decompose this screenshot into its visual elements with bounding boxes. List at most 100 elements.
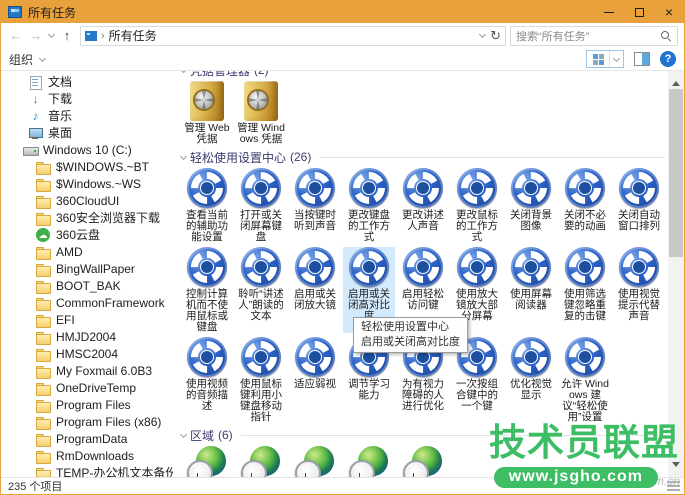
ease-of-access-icon [457, 168, 497, 208]
task-tile[interactable]: 聆听“讲述人”朗读的文本 [235, 247, 287, 333]
sidebar-item[interactable]: TEMP-办公机文本备份 [1, 464, 173, 477]
task-tile[interactable]: 查看当前的辅助功能设置 [181, 168, 233, 243]
sidebar-item-label: Program Files (x86) [56, 415, 161, 429]
organize-dropdown-chevron-icon [38, 55, 47, 64]
task-tile[interactable]: 使用屏幕阅读器 [505, 247, 557, 333]
back-button[interactable]: ← [7, 28, 25, 43]
maximize-button[interactable] [624, 1, 654, 23]
up-button[interactable]: ↑ [58, 28, 76, 43]
task-tile[interactable]: 关闭背景图像 [505, 168, 557, 243]
sidebar-item-icon [36, 262, 51, 276]
forward-button[interactable]: → [27, 28, 45, 43]
organize-button[interactable]: 组织 [9, 51, 47, 68]
task-tile[interactable]: 启用或关闭放大镜 [289, 247, 341, 333]
group-count: (2) [254, 71, 269, 77]
sidebar-item[interactable]: CommonFramework [1, 294, 173, 311]
task-tile[interactable]: 更改货币的 [235, 446, 287, 477]
sidebar-item[interactable]: Program Files [1, 396, 173, 413]
change-view-button[interactable] [586, 50, 624, 68]
close-button[interactable]: × [654, 1, 684, 23]
task-tile[interactable]: 使用筛选键忽略重复的击键 [559, 247, 611, 333]
task-tile[interactable]: 适应弱视 [289, 337, 341, 423]
sidebar-item-icon [36, 228, 51, 242]
task-label: 关闭不必要的动画 [559, 210, 611, 232]
sidebar-item[interactable]: OneDriveTemp [1, 379, 173, 396]
command-bar: 组织 ? [1, 48, 684, 71]
task-tile[interactable]: 管理 Web 凭据 [181, 81, 233, 145]
scrollbar-thumb[interactable] [669, 89, 683, 257]
collapse-chevron-icon[interactable] [179, 153, 188, 162]
sidebar-item[interactable]: $Windows.~WS [1, 175, 173, 192]
task-tile[interactable]: 更改讲述人声音 [397, 168, 449, 243]
task-tile[interactable]: 控制计算机而不使用鼠标或键盘 [181, 247, 233, 333]
address-dropdown-chevron-icon[interactable] [478, 31, 487, 40]
task-tile[interactable]: 允许 Windows 建议“轻松使用”设置 [559, 337, 611, 423]
group-header[interactable]: 凭据管理器 (2) [179, 71, 665, 77]
search-icon[interactable] [660, 30, 672, 42]
task-tile[interactable]: 更改时间的 [397, 446, 449, 477]
sidebar-item-label: HMJD2004 [56, 330, 116, 344]
sidebar-item[interactable]: BOOT_BAK [1, 277, 173, 294]
explorer-window: 所有任务 × ← → ↑ › 所有任务 ↻ 搜索“所有任务” 组织 [0, 0, 685, 495]
sidebar-item-icon [36, 245, 51, 259]
sidebar-item[interactable]: ProgramData [1, 430, 173, 447]
sidebar-item[interactable]: AMD [1, 243, 173, 260]
task-tile[interactable]: 更改度量单 [181, 446, 233, 477]
sidebar-item[interactable]: Program Files (x86) [1, 413, 173, 430]
task-tile[interactable]: 更改键盘的工作方式 [343, 168, 395, 243]
ease-of-access-icon [457, 247, 497, 287]
sidebar-item[interactable]: EFI [1, 311, 173, 328]
breadcrumb[interactable]: 所有任务 [109, 27, 157, 44]
preview-pane-button[interactable] [634, 52, 650, 66]
sidebar-item[interactable]: HMSC2004 [1, 345, 173, 362]
sidebar-item[interactable]: My Foxmail 6.0B3 [1, 362, 173, 379]
sidebar-item[interactable]: 360CloudUI [1, 192, 173, 209]
ease-of-access-icon [511, 337, 551, 377]
search-box[interactable]: 搜索“所有任务” [510, 26, 678, 46]
sidebar-scroll-down-chevron-icon[interactable] [113, 465, 122, 474]
sidebar-item[interactable]: BingWallPaper [1, 260, 173, 277]
sidebar-item-icon [28, 75, 43, 89]
sidebar-item[interactable]: 360安全浏览器下载 [1, 209, 173, 226]
sidebar-item[interactable]: 文档 [1, 73, 173, 90]
sidebar-item[interactable]: 音乐 [1, 107, 173, 124]
sidebar-item-icon [28, 92, 43, 106]
collapse-chevron-icon[interactable] [179, 71, 188, 75]
address-bar[interactable]: › 所有任务 ↻ [80, 26, 506, 46]
scroll-up-arrow-icon[interactable] [672, 77, 680, 86]
task-label: 使用视觉提示代替声音 [613, 289, 665, 322]
task-tile[interactable]: 更改日期和 [343, 446, 395, 477]
sidebar-item-icon [28, 109, 43, 123]
task-tile[interactable]: 打开或关闭屏幕键盘 [235, 168, 287, 243]
sidebar-item[interactable]: 桌面 [1, 124, 173, 141]
task-tile[interactable]: 使用视频的音频描述 [181, 337, 233, 423]
sidebar-item[interactable]: $WINDOWS.~BT [1, 158, 173, 175]
recent-locations-chevron-icon[interactable] [47, 31, 56, 40]
collapse-chevron-icon[interactable] [179, 431, 188, 440]
sidebar-item[interactable]: RmDownloads [1, 447, 173, 464]
task-tile[interactable]: 管理 Windows 凭据 [235, 81, 287, 145]
task-tile[interactable]: 更改日期 [289, 446, 341, 477]
sidebar-item-label: BingWallPaper [56, 262, 135, 276]
sidebar-item[interactable]: HMJD2004 [1, 328, 173, 345]
task-tile[interactable]: 优化视觉显示 [505, 337, 557, 423]
task-tile[interactable]: 使用鼠标键利用小键盘移动指针 [235, 337, 287, 423]
task-tile[interactable]: 更改鼠标的工作方式 [451, 168, 503, 243]
icons-view-segment[interactable] [587, 51, 609, 67]
sidebar-item[interactable]: Windows 10 (C:) [1, 141, 173, 158]
sidebar-item[interactable]: 下载 [1, 90, 173, 107]
view-dropdown-button[interactable] [609, 51, 623, 67]
task-tile[interactable]: 关闭自动窗口排列 [613, 168, 665, 243]
navigation-pane: 文档 下载 音乐 桌面 Windows 10 (C:) $WINDOWS.~BT [1, 71, 173, 477]
task-tile[interactable]: 关闭不必要的动画 [559, 168, 611, 243]
sidebar-item-label: ProgramData [56, 432, 127, 446]
minimize-button[interactable] [594, 1, 624, 23]
sidebar-item[interactable]: 360云盘 [1, 226, 173, 243]
group-count: (6) [218, 428, 233, 442]
close-icon: × [665, 5, 673, 19]
refresh-icon[interactable]: ↻ [490, 28, 501, 44]
task-tile[interactable]: 当按键时听到声音 [289, 168, 341, 243]
group-header[interactable]: 轻松使用设置中心 (26) [179, 150, 665, 164]
task-tile[interactable]: 使用视觉提示代替声音 [613, 247, 665, 333]
help-button[interactable]: ? [660, 51, 676, 67]
